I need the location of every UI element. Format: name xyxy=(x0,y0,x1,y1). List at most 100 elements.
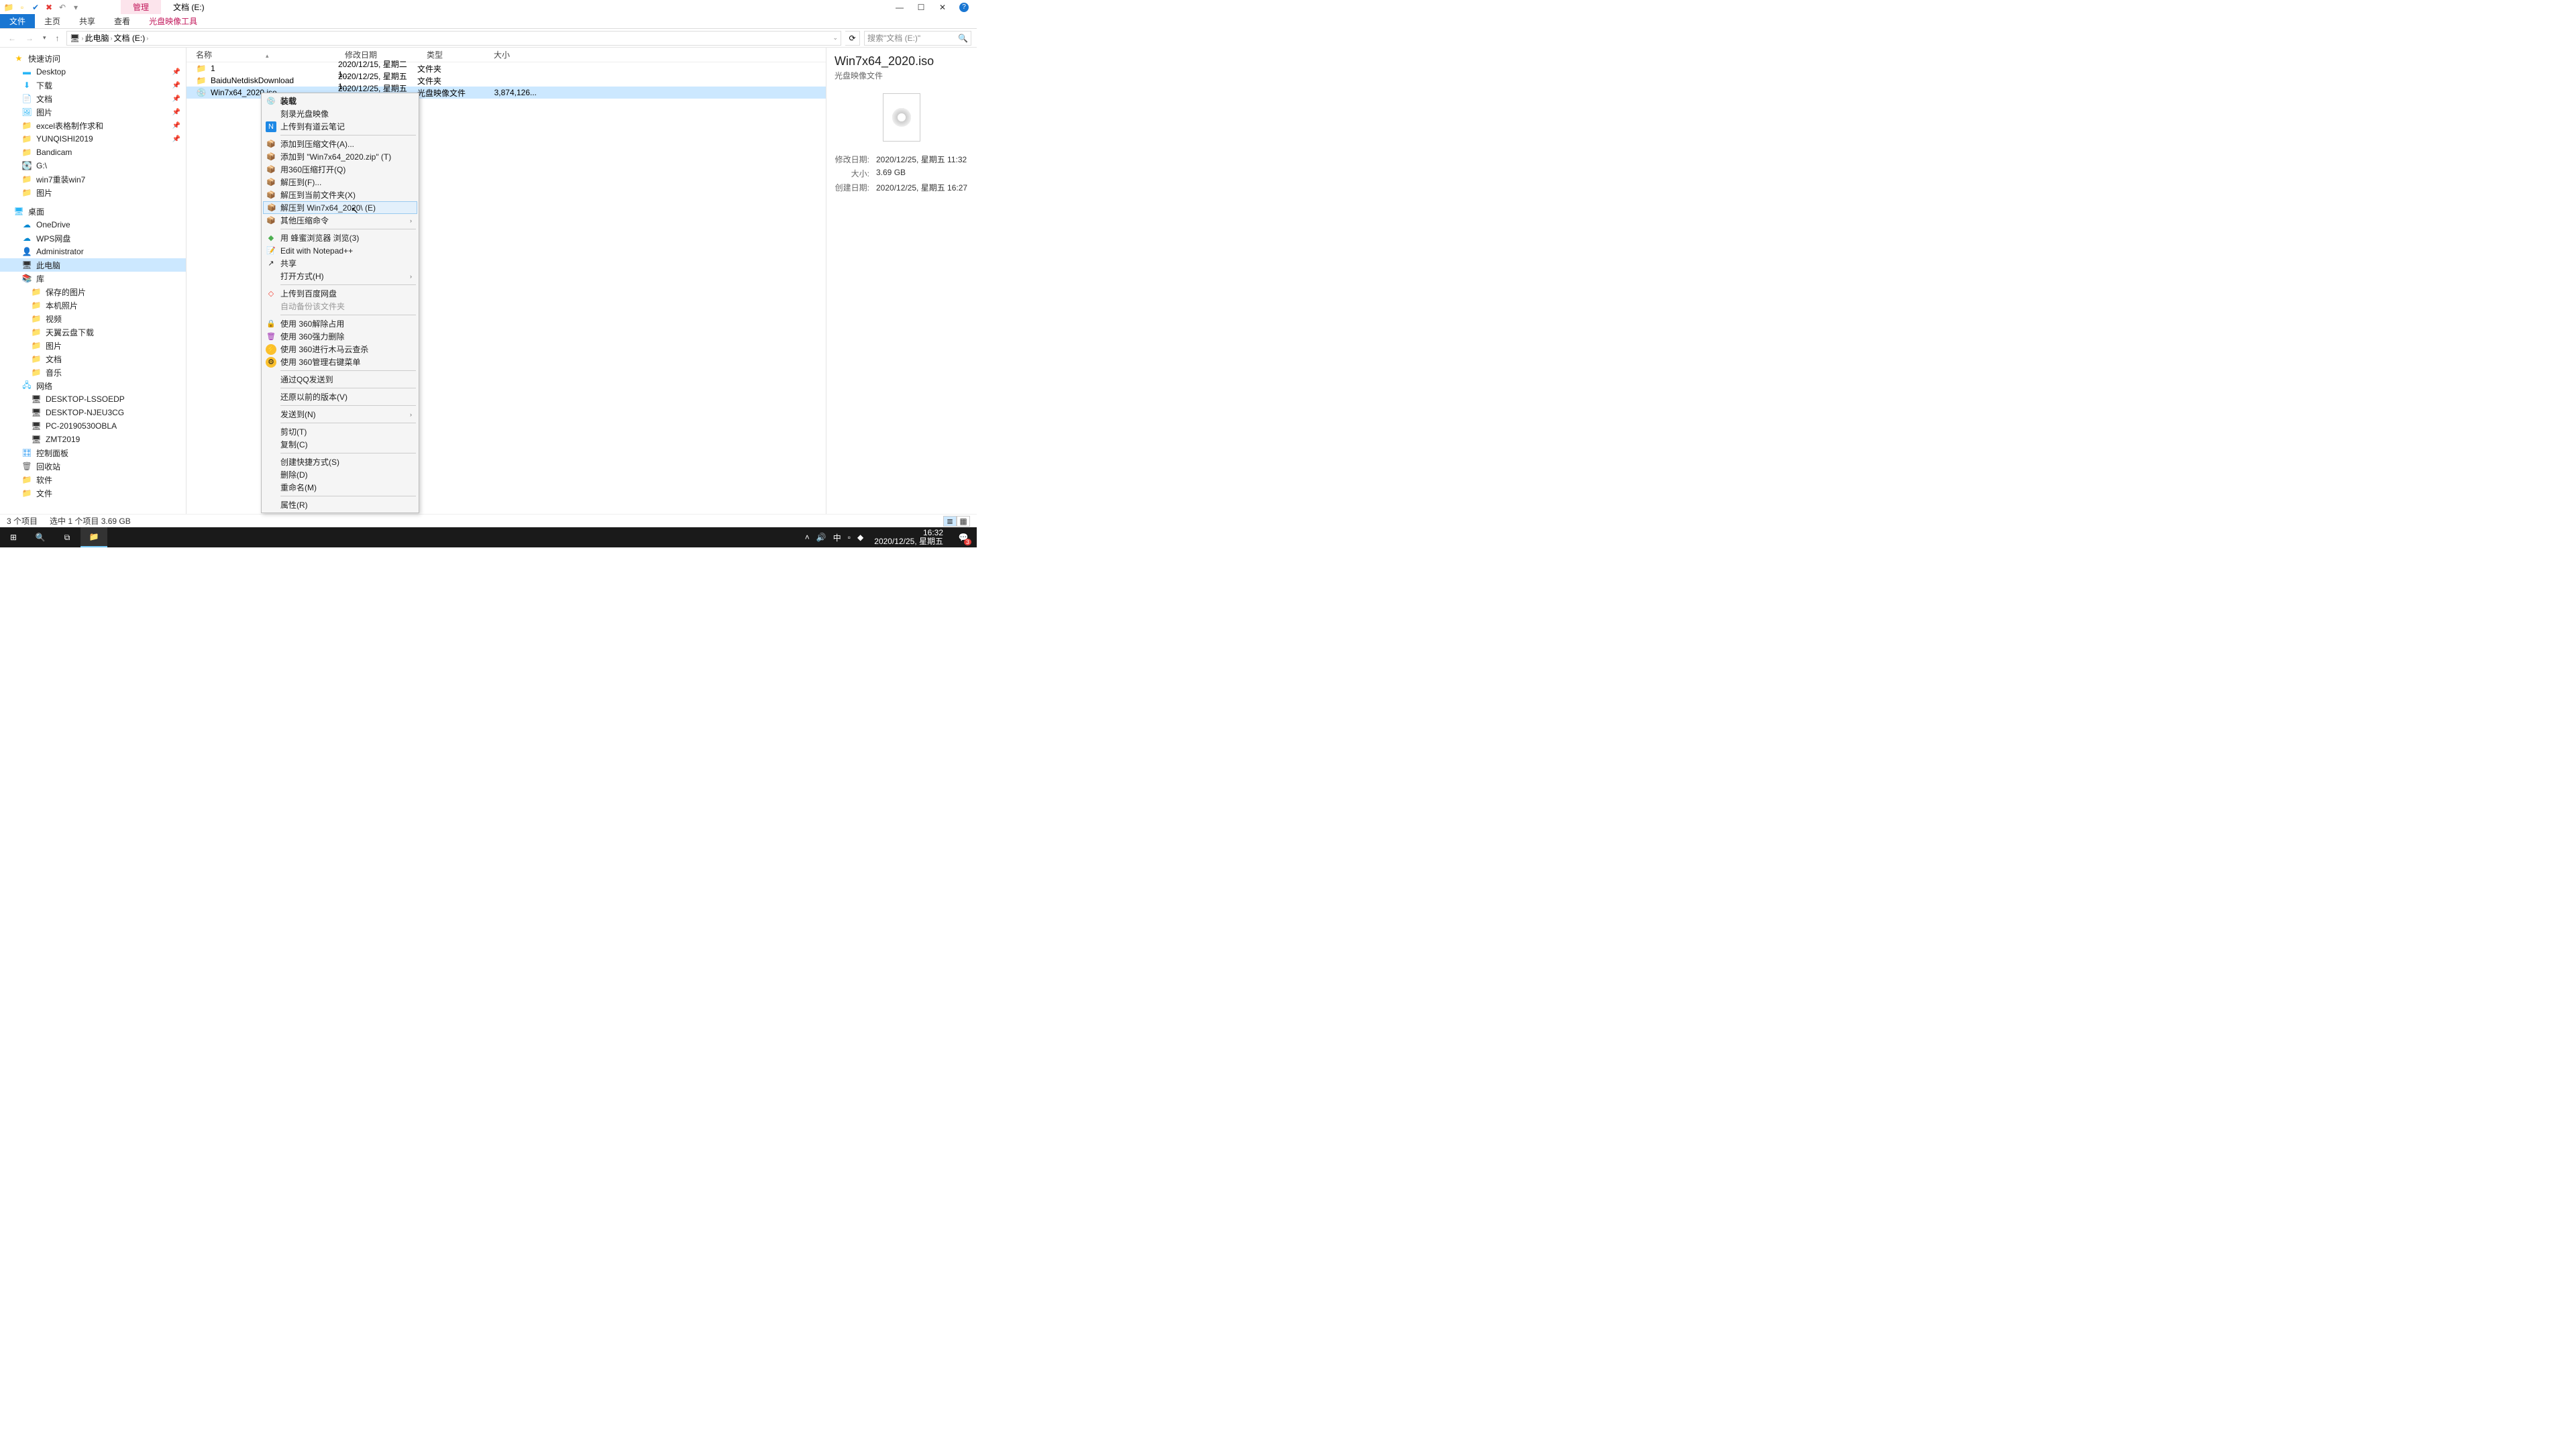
tree-folder[interactable]: 📁天翼云盘下载 xyxy=(0,325,186,339)
cm-360-force-delete[interactable]: 🗑使用 360强力删除 xyxy=(263,330,417,343)
tree-network-pc[interactable]: 🖥PC-20190530OBLA xyxy=(0,419,186,433)
cm-browser[interactable]: ◆用 蜂蜜浏览器 浏览(3) xyxy=(263,231,417,244)
undo-icon[interactable]: ↶ xyxy=(58,3,67,12)
tray-app-icon[interactable]: ▫ xyxy=(848,533,851,542)
tree-wps[interactable]: ☁WPS网盘 xyxy=(0,231,186,245)
ribbon-share-tab[interactable]: 共享 xyxy=(70,14,105,28)
file-row[interactable]: 📁BaiduNetdiskDownload 2020/12/25, 星期五 1.… xyxy=(186,74,826,87)
cm-properties[interactable]: 属性(R) xyxy=(263,498,417,511)
cm-extract-here[interactable]: 📦解压到当前文件夹(X) xyxy=(263,189,417,201)
cm-qq-send[interactable]: 通过QQ发送到 xyxy=(263,373,417,386)
tray-overflow-icon[interactable]: ˄ xyxy=(805,533,810,542)
details-view-button[interactable]: ≣ xyxy=(943,516,957,527)
tree-network-pc[interactable]: 🖥DESKTOP-LSSOEDP xyxy=(0,392,186,406)
cm-360-trojan-scan[interactable]: ⚡使用 360进行木马云查杀 xyxy=(263,343,417,356)
cm-extract-folder[interactable]: 📦解压到 Win7x64_2020\ (E) xyxy=(263,201,417,214)
tree-downloads[interactable]: ⬇下载📌 xyxy=(0,78,186,92)
column-type[interactable]: 类型 xyxy=(417,49,484,60)
tray-app-icon[interactable]: ◆ xyxy=(857,533,863,542)
tree-folder[interactable]: 📁Bandicam xyxy=(0,146,186,159)
ribbon-file-tab[interactable]: 文件 xyxy=(0,14,35,28)
ime-indicator[interactable]: 中 xyxy=(833,532,841,543)
breadcrumb[interactable]: 🖥 › 此电脑 › 文档 (E:) › ⌄ xyxy=(66,31,841,46)
tree-folder[interactable]: 📁软件 xyxy=(0,473,186,486)
tree-desktop-group[interactable]: 🖥桌面 xyxy=(0,205,186,218)
tree-network-pc[interactable]: 🖥ZMT2019 xyxy=(0,433,186,446)
help-button[interactable]: ? xyxy=(959,3,969,12)
cm-extract-to[interactable]: 📦解压到(F)... xyxy=(263,176,417,189)
nav-up-button[interactable]: ↑ xyxy=(53,34,62,43)
tree-recycle-bin[interactable]: 🗑回收站 xyxy=(0,460,186,473)
cm-add-zip[interactable]: 📦添加到 "Win7x64_2020.zip" (T) xyxy=(263,150,417,163)
tree-pictures[interactable]: 🖼图片📌 xyxy=(0,105,186,119)
tree-folder[interactable]: 📁excel表格制作求和📌 xyxy=(0,119,186,132)
tree-this-pc[interactable]: 🖥此电脑 xyxy=(0,258,186,272)
ribbon-disc-tools-tab[interactable]: 光盘映像工具 xyxy=(140,14,207,28)
nav-history-dropdown[interactable]: ▾ xyxy=(40,34,49,42)
search-button[interactable]: 🔍 xyxy=(27,527,54,547)
delete-icon[interactable]: ✖ xyxy=(44,3,54,12)
qat-more-icon[interactable]: ▾ xyxy=(71,3,80,12)
tree-folder[interactable]: 📁文件 xyxy=(0,486,186,500)
thumbnails-view-button[interactable]: ▦ xyxy=(957,516,970,527)
cm-share[interactable]: ↗共享 xyxy=(263,257,417,270)
tree-desktop[interactable]: ▬Desktop📌 xyxy=(0,65,186,78)
cm-360-menu[interactable]: ⚙使用 360管理右键菜单 xyxy=(263,356,417,368)
cm-rename[interactable]: 重命名(M) xyxy=(263,481,417,494)
cm-other-compress[interactable]: 📦其他压缩命令› xyxy=(263,214,417,227)
task-view-button[interactable]: ⧉ xyxy=(54,527,80,547)
chevron-right-icon[interactable]: › xyxy=(111,35,113,42)
cm-add-archive[interactable]: 📦添加到压缩文件(A)... xyxy=(263,138,417,150)
tree-library[interactable]: 📚库 xyxy=(0,272,186,285)
cm-cut[interactable]: 剪切(T) xyxy=(263,425,417,438)
file-row[interactable]: 📁1 2020/12/15, 星期二 1... 文件夹 xyxy=(186,62,826,74)
breadcrumb-pc[interactable]: 此电脑 xyxy=(85,32,109,44)
cm-copy[interactable]: 复制(C) xyxy=(263,438,417,451)
cm-baidu-pan[interactable]: ◇上传到百度网盘 xyxy=(263,287,417,300)
cm-burn[interactable]: 刻录光盘映像 xyxy=(263,107,417,120)
refresh-button[interactable]: ⟳ xyxy=(845,31,860,46)
cm-restore-versions[interactable]: 还原以前的版本(V) xyxy=(263,390,417,403)
chevron-right-icon[interactable]: › xyxy=(82,35,84,42)
minimize-button[interactable]: — xyxy=(895,3,904,12)
tree-folder[interactable]: 📁音乐 xyxy=(0,366,186,379)
tree-user[interactable]: 👤Administrator xyxy=(0,245,186,258)
tree-network[interactable]: 🖧网络 xyxy=(0,379,186,392)
tree-folder[interactable]: 📁保存的图片 xyxy=(0,285,186,299)
ribbon-view-tab[interactable]: 查看 xyxy=(105,14,140,28)
cm-open-360zip[interactable]: 📦用360压缩打开(Q) xyxy=(263,163,417,176)
cm-create-shortcut[interactable]: 创建快捷方式(S) xyxy=(263,455,417,468)
tree-folder[interactable]: 📁视频 xyxy=(0,312,186,325)
taskbar-explorer[interactable]: 📁 xyxy=(80,527,107,547)
cm-notepad[interactable]: 📝Edit with Notepad++ xyxy=(263,244,417,257)
tree-control-panel[interactable]: 🎛控制面板 xyxy=(0,446,186,460)
cm-delete[interactable]: 删除(D) xyxy=(263,468,417,481)
cm-send-to[interactable]: 发送到(N)› xyxy=(263,408,417,421)
tree-folder[interactable]: 📁图片 xyxy=(0,339,186,352)
tree-folder[interactable]: 📁YUNQISHI2019📌 xyxy=(0,132,186,146)
tree-folder[interactable]: 📁图片 xyxy=(0,186,186,199)
search-input[interactable]: 搜索"文档 (E:)" 🔍 xyxy=(864,31,971,46)
ribbon-home-tab[interactable]: 主页 xyxy=(35,14,70,28)
column-name[interactable]: 名称▴ xyxy=(186,49,335,60)
breadcrumb-drive[interactable]: 文档 (E:) xyxy=(114,32,146,44)
tree-documents[interactable]: 📄文档📌 xyxy=(0,92,186,105)
volume-icon[interactable]: 🔊 xyxy=(816,533,826,542)
chevron-right-icon[interactable]: › xyxy=(146,35,148,42)
nav-forward-button[interactable]: → xyxy=(23,34,36,43)
nav-back-button[interactable]: ← xyxy=(5,34,19,43)
close-button[interactable]: ✕ xyxy=(938,3,947,12)
cm-youdao[interactable]: N上传到有道云笔记 xyxy=(263,120,417,133)
cm-open-with[interactable]: 打开方式(H)› xyxy=(263,270,417,282)
cm-mount[interactable]: 💿装载 xyxy=(263,95,417,107)
tree-drive[interactable]: 💽G:\ xyxy=(0,159,186,172)
cm-360-release[interactable]: 🔒使用 360解除占用 xyxy=(263,317,417,330)
tree-onedrive[interactable]: ☁OneDrive xyxy=(0,218,186,231)
breadcrumb-dropdown-icon[interactable]: ⌄ xyxy=(833,34,838,42)
tree-quick-access[interactable]: ★快速访问 xyxy=(0,52,186,65)
tree-folder[interactable]: 📁win7重装win7 xyxy=(0,172,186,186)
tree-folder[interactable]: 📁本机照片 xyxy=(0,299,186,312)
action-center-button[interactable]: 💬3 xyxy=(954,528,973,547)
context-tab-manage[interactable]: 管理 xyxy=(121,0,161,14)
column-size[interactable]: 大小 xyxy=(484,49,537,60)
